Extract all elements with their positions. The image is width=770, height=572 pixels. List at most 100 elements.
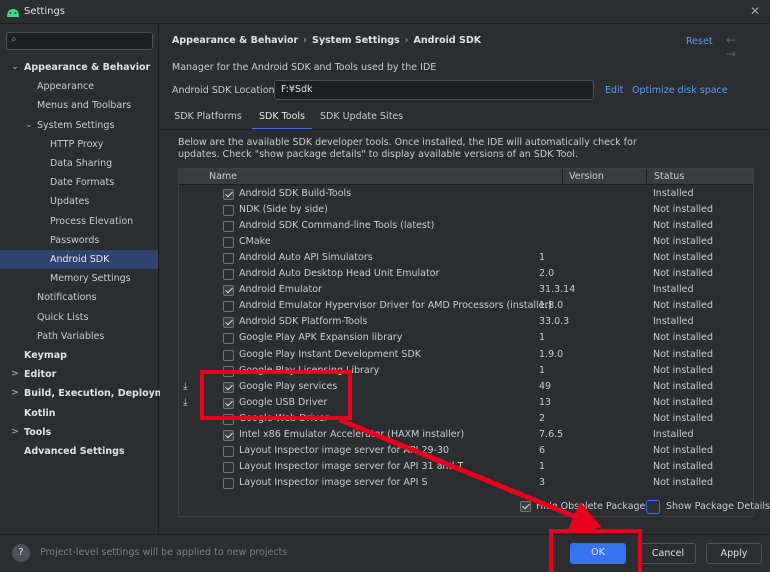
table-header: Name Version Status — [179, 169, 753, 185]
chevron-right-icon[interactable]: > — [10, 384, 20, 403]
table-row[interactable]: CMake Not installed — [179, 234, 753, 250]
sdk-location-field[interactable]: F:¥Sdk — [274, 80, 594, 100]
cancel-button[interactable]: Cancel — [640, 543, 696, 564]
package-name: Android SDK Platform-Tools — [239, 316, 368, 328]
sidebar-item[interactable]: Android SDK — [0, 250, 158, 269]
package-checkbox[interactable] — [223, 301, 234, 313]
show-package-details-checkbox[interactable] — [646, 500, 660, 514]
package-status: Not installed — [653, 268, 713, 280]
tab-divider — [160, 129, 770, 130]
package-name: Android SDK Build-Tools — [239, 188, 352, 199]
package-checkbox[interactable] — [223, 285, 234, 297]
column-name-header[interactable]: Name — [209, 171, 237, 182]
chevron-right-icon[interactable]: > — [10, 365, 20, 384]
sidebar-item[interactable]: Process Elevation — [0, 212, 158, 231]
package-checkbox[interactable] — [223, 237, 234, 249]
sidebar-item[interactable]: Quick Lists — [0, 308, 158, 327]
sidebar-item-label: Notifications — [37, 292, 97, 304]
package-checkbox[interactable] — [223, 333, 234, 345]
table-row[interactable]: Google Play Instant Development SDK 1.9.0… — [179, 347, 753, 363]
package-checkbox[interactable] — [223, 253, 234, 265]
package-checkbox[interactable] — [223, 349, 234, 361]
search-icon: ⌕ — [11, 34, 17, 45]
close-icon[interactable]: ✕ — [750, 4, 760, 18]
sidebar-item[interactable]: Advanced Settings — [0, 442, 158, 461]
tab-sdk-update-sites[interactable]: SDK Update Sites — [320, 108, 403, 130]
table-row[interactable]: Android Auto Desktop Head Unit Emulator 2… — [179, 266, 753, 282]
package-checkbox[interactable] — [223, 269, 234, 281]
package-checkbox[interactable] — [223, 429, 234, 441]
sidebar-item-label: Tools — [24, 426, 52, 438]
sidebar-item-label: Android SDK — [50, 254, 110, 265]
table-row[interactable]: Intel x86 Emulator Accelerator (HAXM ins… — [179, 427, 753, 443]
sidebar-item[interactable]: Keymap — [0, 346, 158, 365]
sidebar-item[interactable]: Data Sharing — [0, 154, 158, 173]
sidebar-item-label: Appearance — [37, 81, 95, 93]
page-description: Manager for the Android SDK and Tools us… — [172, 62, 437, 73]
package-status: Not installed — [653, 300, 713, 312]
main-panel: Appearance & Behavior › System Settings › An… — [160, 24, 770, 534]
chevron-down-icon[interactable]: ⌄ — [10, 58, 20, 77]
package-version: 1 — [539, 364, 546, 376]
apply-button[interactable]: Apply — [706, 543, 762, 564]
package-checkbox[interactable] — [223, 205, 234, 217]
sidebar-item[interactable]: ⌄ System Settings — [0, 116, 158, 135]
sidebar-item[interactable]: Kotlin — [0, 404, 158, 423]
table-row[interactable]: Android Emulator 31.3.14 Installed — [179, 282, 753, 298]
sidebar-item[interactable]: Appearance — [0, 77, 158, 96]
package-checkbox[interactable] — [223, 461, 234, 473]
optimize-disk-space-link[interactable]: Optimize disk space — [632, 85, 728, 96]
footer-note: Project-level settings will be applied t… — [40, 547, 288, 558]
package-status: Not installed — [653, 348, 713, 360]
table-row[interactable]: Android SDK Build-Tools Installed — [179, 186, 753, 202]
sidebar-item-label: Appearance & Behavior — [24, 62, 151, 73]
table-row[interactable]: Android Emulator Hypervisor Driver for A… — [179, 298, 753, 314]
table-row[interactable]: Layout Inspector image server for API 29… — [179, 443, 753, 459]
sidebar-item[interactable]: Passwords — [0, 231, 158, 250]
search-input[interactable]: ⌕ — [6, 32, 153, 50]
sidebar-item-label: Keymap — [24, 350, 67, 361]
package-name: Intel x86 Emulator Accelerator (HAXM ins… — [239, 428, 465, 440]
sidebar-item[interactable]: ⌄ Appearance & Behavior — [0, 58, 158, 77]
sidebar-item[interactable]: > Tools — [0, 423, 158, 442]
help-icon[interactable]: ? — [12, 544, 30, 562]
sidebar-item[interactable]: > Build, Execution, Deployment — [0, 384, 182, 403]
sidebar-item[interactable]: Date Formats — [0, 173, 158, 192]
nav-arrows[interactable]: ← → — [726, 33, 770, 61]
sidebar-item[interactable]: Menus and Toolbars — [0, 96, 158, 115]
sidebar-item[interactable]: > Editor — [0, 365, 158, 384]
sidebar-item[interactable]: Path Variables — [0, 327, 158, 346]
table-row[interactable]: Layout Inspector image server for API S 3… — [179, 475, 753, 491]
column-version-header[interactable]: Version — [569, 171, 604, 182]
package-checkbox[interactable] — [223, 189, 234, 200]
package-checkbox[interactable] — [223, 445, 234, 457]
package-checkbox[interactable] — [223, 317, 234, 329]
tab-sdk-platforms[interactable]: SDK Platforms — [172, 108, 244, 130]
sidebar-item[interactable]: Notifications — [0, 288, 158, 307]
tab-sdk-tools[interactable]: SDK Tools — [252, 108, 312, 130]
table-row[interactable]: Google Play APK Expansion library 1 Not in… — [179, 330, 753, 346]
column-status-header[interactable]: Status — [654, 171, 684, 182]
edit-link[interactable]: Edit — [605, 85, 623, 96]
sidebar-item[interactable]: Memory Settings — [0, 269, 158, 288]
hide-obsolete-checkbox[interactable] — [520, 501, 531, 512]
table-row[interactable]: NDK (Side by side) Not installed — [179, 202, 753, 218]
reset-link[interactable]: Reset — [686, 36, 713, 47]
breadcrumb-separator: › — [303, 35, 307, 46]
package-status: Not installed — [653, 252, 713, 264]
chevron-right-icon[interactable]: > — [10, 423, 20, 442]
package-checkbox[interactable] — [223, 221, 234, 233]
show-package-details-label: Show Package Details — [666, 501, 770, 512]
package-version: 2 — [539, 412, 546, 424]
sidebar-item-label: Build, Execution, Deployment — [24, 388, 183, 400]
table-row[interactable]: Android Auto API Simulators 1 Not installe… — [179, 250, 753, 266]
chevron-down-icon[interactable]: ⌄ — [24, 116, 34, 135]
table-row[interactable]: Layout Inspector image server for API 31… — [179, 459, 753, 475]
package-version: 1 — [539, 332, 546, 344]
package-checkbox[interactable] — [223, 477, 234, 489]
table-row[interactable]: Android SDK Platform-Tools 33.0.3 Installe… — [179, 314, 753, 330]
sidebar-item[interactable]: Updates — [0, 192, 158, 211]
breadcrumb-separator: › — [404, 35, 409, 46]
sidebar-item[interactable]: HTTP Proxy — [0, 135, 158, 154]
table-row[interactable]: Android SDK Command-line Tools (latest) N… — [179, 218, 753, 234]
